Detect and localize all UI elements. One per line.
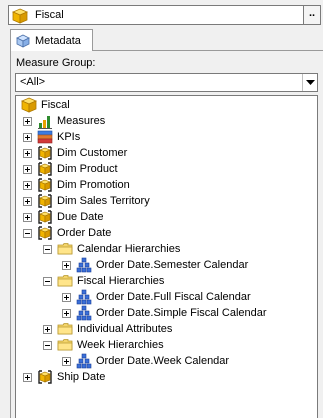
cube-icon	[21, 97, 37, 113]
folder-icon	[57, 275, 73, 287]
tree-item-week-calendar[interactable]: Order Date.Week Calendar	[62, 353, 282, 369]
tree-item-label: Measures	[57, 115, 106, 127]
collapse-minus-icon[interactable]	[43, 341, 52, 350]
measure-group-select[interactable]: <All>	[15, 73, 318, 92]
tree-item-kpis[interactable]: KPIs	[23, 129, 173, 145]
tree-item-label: Order Date.Full Fiscal Calendar	[96, 291, 251, 303]
expand-plus-icon[interactable]	[43, 325, 52, 334]
dimension-icon	[38, 194, 52, 208]
measure-group-value: <All>	[20, 76, 46, 88]
expand-plus-icon[interactable]	[23, 197, 32, 206]
tree-item-calendar-hierarchies[interactable]: Calendar Hierarchies	[43, 241, 223, 257]
tree-item-label: Order Date.Simple Fiscal Calendar	[96, 307, 267, 319]
collapse-minus-icon[interactable]	[23, 229, 32, 238]
measures-icon	[38, 116, 52, 129]
tree-item-label: Dim Sales Territory	[57, 195, 150, 207]
expand-plus-icon[interactable]	[23, 117, 32, 126]
measure-group-label: Measure Group:	[16, 57, 96, 69]
tree-root-fiscal[interactable]: Fiscal	[21, 97, 141, 113]
tree-item-label: Due Date	[57, 211, 104, 223]
tree-item-label: Week Hierarchies	[77, 339, 164, 351]
tree-item-label: Individual Attributes	[77, 323, 173, 335]
metadata-icon	[16, 34, 30, 48]
tree-item-measures[interactable]: Measures	[23, 113, 173, 129]
tab-metadata[interactable]: Metadata	[10, 29, 93, 51]
expand-plus-icon[interactable]	[23, 213, 32, 222]
browse-cube-button[interactable]: ..	[303, 5, 321, 25]
tree-item-simple-fiscal-calendar[interactable]: Order Date.Simple Fiscal Calendar	[62, 305, 317, 321]
tree-item-label: Dim Product	[57, 163, 118, 175]
collapse-minus-icon[interactable]	[43, 245, 52, 254]
folder-icon	[57, 323, 73, 335]
tree-item-dim-product[interactable]: Dim Product	[23, 161, 173, 177]
tab-metadata-label: Metadata	[35, 35, 81, 47]
folder-icon	[57, 243, 73, 255]
cube-selector[interactable]: Fiscal	[8, 5, 304, 25]
cube-selector-value: Fiscal	[35, 9, 64, 21]
tree-item-label: Dim Promotion	[57, 179, 130, 191]
expand-plus-icon[interactable]	[23, 181, 32, 190]
dimension-icon	[38, 162, 52, 176]
tree-item-dim-sales-territory[interactable]: Dim Sales Territory	[23, 193, 193, 209]
tree-root-label: Fiscal	[41, 99, 70, 111]
tree-item-order-date[interactable]: Order Date	[23, 225, 173, 241]
expand-plus-icon[interactable]	[62, 309, 71, 318]
tree-item-individual-attributes[interactable]: Individual Attributes	[43, 321, 223, 337]
tree-item-full-fiscal-calendar[interactable]: Order Date.Full Fiscal Calendar	[62, 289, 312, 305]
expand-plus-icon[interactable]	[23, 165, 32, 174]
tree-item-dim-customer[interactable]: Dim Customer	[23, 145, 173, 161]
tree-item-week-hierarchies[interactable]: Week Hierarchies	[43, 337, 223, 353]
expand-plus-icon[interactable]	[23, 149, 32, 158]
folder-icon	[57, 339, 73, 351]
dimension-icon	[38, 370, 52, 384]
expand-plus-icon[interactable]	[62, 293, 71, 302]
tree-item-label: Order Date.Week Calendar	[96, 355, 230, 367]
hierarchy-icon	[76, 257, 92, 273]
dimension-icon	[38, 178, 52, 192]
tree-item-fiscal-hierarchies[interactable]: Fiscal Hierarchies	[43, 273, 223, 289]
hierarchy-icon	[76, 353, 92, 369]
tree-item-label: Fiscal Hierarchies	[77, 275, 165, 287]
hierarchy-icon	[76, 289, 92, 305]
tree-item-label: Order Date.Semester Calendar	[96, 259, 249, 271]
metadata-tree[interactable]: Fiscal Measures KPIs Dim Customer Dim Pr…	[15, 95, 318, 418]
dimension-icon	[38, 226, 52, 240]
tree-item-label: Order Date	[57, 227, 112, 239]
tree-item-due-date[interactable]: Due Date	[23, 209, 173, 225]
expand-plus-icon[interactable]	[62, 357, 71, 366]
expand-plus-icon[interactable]	[62, 261, 71, 270]
collapse-minus-icon[interactable]	[43, 277, 52, 286]
tree-item-dim-promotion[interactable]: Dim Promotion	[23, 177, 173, 193]
dropdown-arrow-icon[interactable]	[302, 74, 317, 91]
kpi-icon	[37, 130, 53, 144]
tree-item-label: KPIs	[57, 131, 81, 143]
dimension-icon	[38, 210, 52, 224]
tree-item-label: Ship Date	[57, 371, 106, 383]
expand-plus-icon[interactable]	[23, 133, 32, 142]
tree-item-ship-date[interactable]: Ship Date	[23, 369, 173, 385]
dimension-icon	[38, 146, 52, 160]
tree-item-label: Calendar Hierarchies	[77, 243, 181, 255]
expand-plus-icon[interactable]	[23, 373, 32, 382]
tree-item-semester-calendar[interactable]: Order Date.Semester Calendar	[62, 257, 302, 273]
tree-item-label: Dim Customer	[57, 147, 128, 159]
hierarchy-icon	[76, 305, 92, 321]
cube-icon	[12, 8, 28, 24]
